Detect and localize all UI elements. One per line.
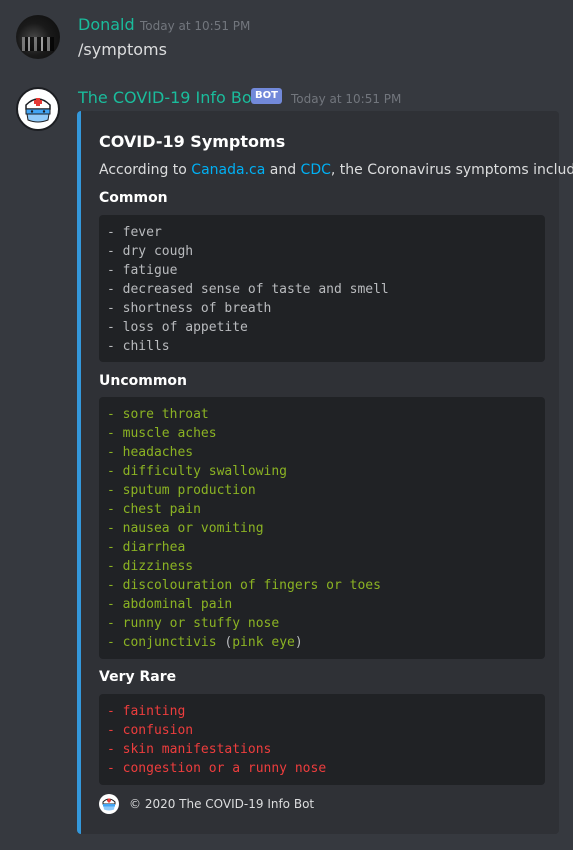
list-item: - headaches <box>107 445 194 460</box>
field-common-title: Common <box>99 190 168 206</box>
list-item: - sore throat <box>107 407 209 422</box>
list-item: - fatigue <box>107 263 178 278</box>
desc-suffix: , the Coronavirus symptoms include: <box>330 162 573 178</box>
bot-avatar[interactable] <box>16 87 60 131</box>
list-item: - muscle aches <box>107 426 217 441</box>
list-item: - decreased sense of taste and smell <box>107 282 389 297</box>
field-rare-title: Very Rare <box>99 669 177 685</box>
list-item: - skin manifestations <box>107 742 272 757</box>
list-item: - loss of appetite <box>107 320 248 335</box>
user-avatar[interactable] <box>16 15 60 59</box>
list-item: - fainting <box>107 704 186 719</box>
field-uncommon-title: Uncommon <box>99 373 188 389</box>
list-item: - congestion or a runny nose <box>107 761 327 776</box>
list-item: - shortness of breath <box>107 301 272 316</box>
list-item: - discolouration of fingers or toes <box>107 578 381 593</box>
list-item: - nausea or vomiting <box>107 521 264 536</box>
uncommon-codeblock: - sore throat - muscle aches - headaches… <box>99 397 545 659</box>
bot-tag: BOT <box>251 88 282 104</box>
desc-prefix: According to <box>99 162 192 178</box>
list-item: - confusion <box>107 723 194 738</box>
list-item: - difficulty swallowing <box>107 464 288 479</box>
list-item: - chills <box>107 339 170 354</box>
embed-title: COVID-19 Symptoms <box>99 132 286 151</box>
list-item-text: pink eye <box>232 635 295 650</box>
footer-text: © 2020 The COVID-19 Info Bot <box>129 797 315 811</box>
user-name[interactable]: Donald <box>78 15 135 34</box>
symptoms-embed: COVID-19 Symptoms According to Canada.ca… <box>77 111 573 834</box>
embed-description: According to Canada.ca and CDC, the Coro… <box>99 162 573 178</box>
nurse-icon <box>19 90 57 128</box>
list-item: - conjunctivis (pink eye) <box>107 633 537 652</box>
desc-mid: and <box>265 162 301 178</box>
cdc-link[interactable]: CDC <box>301 162 331 178</box>
list-item: - chest pain <box>107 502 201 517</box>
list-item: - abdominal pain <box>107 597 233 612</box>
common-codeblock: - fever - dry cough - fatigue - decrease… <box>99 215 545 362</box>
rare-codeblock: - fainting - confusion - skin manifestat… <box>99 694 545 785</box>
bot-timestamp: Today at 10:51 PM <box>291 92 402 106</box>
list-item: - dry cough <box>107 244 194 259</box>
list-item: - dizziness <box>107 559 194 574</box>
list-item: - diarrhea <box>107 540 186 555</box>
list-item: - fever <box>107 225 162 240</box>
user-message-text: /symptoms <box>78 40 167 59</box>
user-timestamp: Today at 10:51 PM <box>140 19 251 33</box>
canada-link[interactable]: Canada.ca <box>191 162 265 178</box>
embed-footer: © 2020 The COVID-19 Info Bot <box>99 794 314 814</box>
list-item: - sputum production <box>107 483 256 498</box>
paren-close: ) <box>294 635 303 650</box>
bot-name[interactable]: The COVID-19 Info Bot <box>78 88 258 107</box>
nurse-icon <box>99 794 119 814</box>
list-item: - runny or stuffy nose <box>107 616 280 631</box>
list-item-text: - conjunctivis <box>107 635 225 650</box>
